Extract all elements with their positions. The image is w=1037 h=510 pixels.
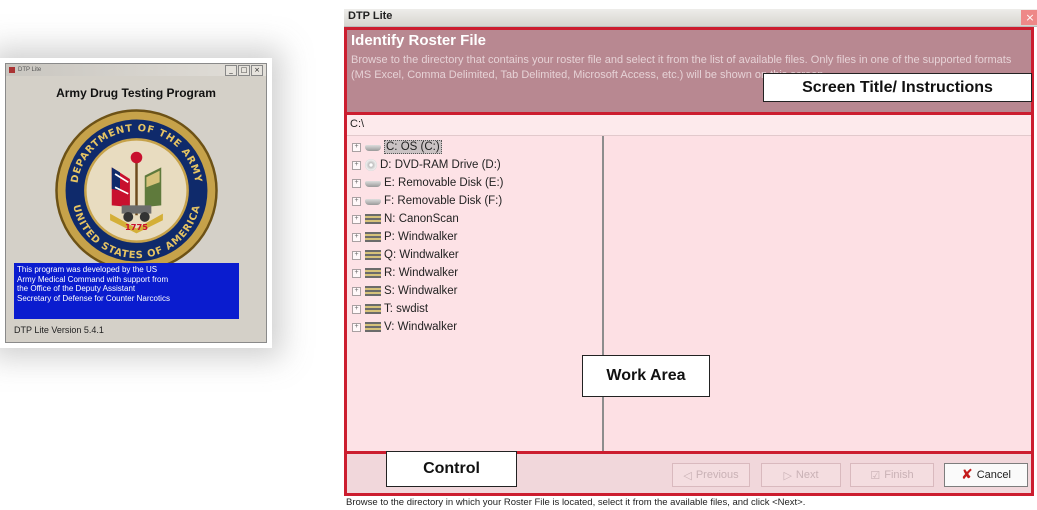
army-seal-logo: DEPARTMENT OF THE ARMY UNITED STATES OF … <box>55 109 218 272</box>
window-titlebar: DTP Lite × <box>344 9 1037 27</box>
window-title: DTP Lite <box>348 10 393 22</box>
splash-info-line: Army Medical Command with support from <box>17 274 169 284</box>
window-close-button[interactable]: × <box>1021 10 1037 25</box>
splash-info-line: This program was developed by the US <box>17 265 158 274</box>
maximize-button[interactable]: □ <box>238 64 250 76</box>
minimize-button[interactable]: _ <box>225 64 237 76</box>
callout-screen-title: Screen Title/ Instructions <box>763 73 1032 102</box>
splash-window: DTP Lite _ □ × Army Drug Testing Program… <box>5 63 267 343</box>
splash-close-button[interactable]: × <box>251 64 263 76</box>
splash-version: DTP Lite Version 5.4.1 <box>14 325 104 335</box>
app-icon <box>9 67 15 73</box>
splash-heading: Army Drug Testing Program <box>56 86 216 100</box>
splash-info-text: This program was developed by the US Arm… <box>14 263 239 319</box>
splash-titlebar: DTP Lite _ □ × <box>6 64 266 76</box>
seal-year: 1775 <box>125 222 148 232</box>
splash-info-line: the Office of the Deputy Assistant <box>17 284 136 294</box>
status-bar: Browse to the directory in which your Ro… <box>346 497 806 508</box>
splash-info-line: Secretary of Defense for Counter Narcoti… <box>17 293 170 303</box>
callout-control: Control <box>386 451 517 487</box>
splash-window-title: DTP Lite <box>18 67 42 73</box>
callout-work-area: Work Area <box>582 355 710 397</box>
